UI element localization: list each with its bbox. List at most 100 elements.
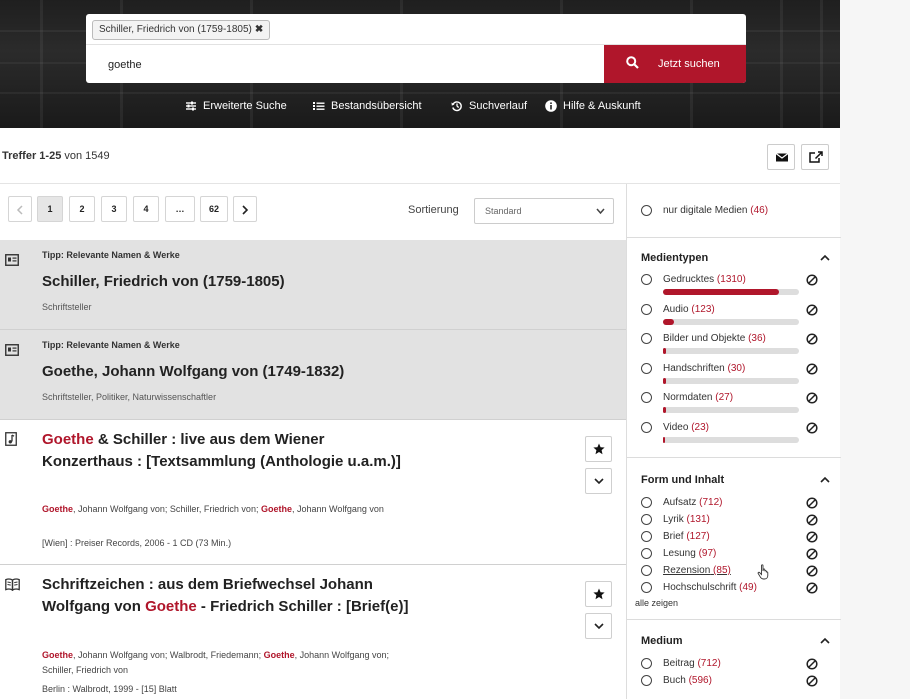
page-2-button[interactable]: 2 xyxy=(69,196,95,222)
exclude-icon[interactable] xyxy=(806,497,818,509)
facet-count: (1310) xyxy=(716,274,746,285)
exclude-icon[interactable] xyxy=(806,531,818,543)
author-highlight: Goethe xyxy=(260,504,292,514)
facet-option[interactable]: Normdaten (27) xyxy=(663,392,733,403)
exclude-icon[interactable] xyxy=(806,514,818,526)
title-text: - Friedrich Schiller : [Brief(e)] xyxy=(200,598,409,615)
exclude-icon[interactable] xyxy=(806,274,818,286)
facet-radio[interactable] xyxy=(641,514,652,525)
medium-section: Medium Beitrag (712) Buch (596) xyxy=(627,620,841,699)
facet-label: Bilder und Objekte xyxy=(663,333,746,344)
digital-radio[interactable] xyxy=(641,205,652,216)
facet-option[interactable]: Beitrag (712) xyxy=(663,658,721,669)
facet-option[interactable]: Aufsatz (712) xyxy=(663,497,723,508)
facet-share-fill xyxy=(663,348,667,354)
bookmark-button[interactable] xyxy=(585,581,612,607)
facet-share-fill xyxy=(663,377,666,384)
facet-count: (712) xyxy=(697,658,721,669)
tip-card[interactable]: Tipp: Relevante Namen & Werke Goethe, Jo… xyxy=(0,330,626,420)
tip-name-link[interactable]: Schiller, Friedrich von (1759-1805) xyxy=(42,273,285,290)
facet-radio[interactable] xyxy=(641,274,652,285)
form-section: Form und Inhalt Aufsatz (712) Lyrik (131)… xyxy=(627,458,841,620)
facet-radio[interactable] xyxy=(641,421,652,433)
exclude-icon[interactable] xyxy=(806,658,818,670)
page-3-button[interactable]: 3 xyxy=(101,196,127,222)
facet-radio[interactable] xyxy=(641,548,652,559)
sort-label: Sortierung xyxy=(408,204,459,216)
section-title: Medientypen xyxy=(641,252,709,264)
facet-radio[interactable] xyxy=(641,675,652,686)
tip-subtitle: Schriftsteller, Politiker, Naturwissensc… xyxy=(42,392,217,402)
expand-button[interactable] xyxy=(585,468,612,494)
facet-share-bar xyxy=(663,348,799,354)
chevron-up-icon[interactable] xyxy=(820,254,830,262)
facet-radio[interactable] xyxy=(641,333,652,344)
export-button[interactable] xyxy=(801,144,829,170)
tip-label: Tipp: Relevante Namen & Werke xyxy=(42,340,180,350)
exclude-icon[interactable] xyxy=(806,582,818,594)
tip-name-link[interactable]: Goethe, Johann Wolfgang von (1749-1832) xyxy=(42,363,344,380)
book-icon xyxy=(5,578,20,591)
tip-card[interactable]: Tipp: Relevante Namen & Werke Schiller, … xyxy=(0,240,626,330)
result-title-link[interactable]: Schriftzeichen : aus dem Briefwechsel Jo… xyxy=(42,574,412,618)
hit-total: von 1549 xyxy=(64,150,110,162)
exclude-icon[interactable] xyxy=(806,548,818,560)
search-button[interactable]: Jetzt suchen xyxy=(604,45,746,83)
exclude-icon[interactable] xyxy=(806,392,818,404)
section-title: Form und Inhalt xyxy=(641,474,725,486)
author-text: , Johann Wolfgang von; Walbrodt, Friedem… xyxy=(73,650,264,660)
facet-radio[interactable] xyxy=(641,582,652,593)
digital-filter-label[interactable]: nur digitale Medien (46) xyxy=(663,205,768,216)
page-4-button[interactable]: 4 xyxy=(133,196,159,222)
exclude-icon[interactable] xyxy=(806,303,818,316)
hit-count: Treffer 1-25 von 1549 xyxy=(2,150,110,162)
sort-select[interactable]: Standard xyxy=(474,198,614,224)
next-page-button[interactable] xyxy=(233,196,257,222)
chip-remove-icon[interactable]: ✖ xyxy=(255,24,263,35)
facet-option[interactable]: Lesung (97) xyxy=(663,548,716,559)
facet-count: (127) xyxy=(686,531,710,542)
facet-radio[interactable] xyxy=(641,658,652,669)
filter-chip[interactable]: Schiller, Friedrich von (1759-1805) ✖ xyxy=(92,20,271,40)
exclude-icon[interactable] xyxy=(806,362,818,375)
nav-history-label: Suchverlauf xyxy=(469,100,528,112)
facet-option[interactable]: Hochschulschrift (49) xyxy=(663,582,757,593)
exclude-icon[interactable] xyxy=(806,333,818,345)
facet-option[interactable]: Audio (123) xyxy=(663,304,715,315)
search-input[interactable]: goethe xyxy=(108,59,142,71)
facet-radio[interactable] xyxy=(641,565,652,576)
facet-radio[interactable] xyxy=(641,362,652,374)
facet-radio[interactable] xyxy=(641,303,652,315)
expand-button[interactable] xyxy=(585,613,612,639)
facet-radio[interactable] xyxy=(641,392,652,403)
bookmark-button[interactable] xyxy=(585,436,612,462)
chevron-up-icon[interactable] xyxy=(820,476,830,484)
author-highlight: Goethe xyxy=(42,504,74,514)
search-box: Schiller, Friedrich von (1759-1805) ✖ goe… xyxy=(86,14,746,83)
facet-option[interactable]: Handschriften (30) xyxy=(663,363,745,374)
facet-option[interactable]: Rezension (85) xyxy=(663,565,731,576)
facet-label: Aufsatz xyxy=(663,497,697,508)
facet-option[interactable]: Brief (127) xyxy=(663,531,710,542)
facet-share-fill xyxy=(663,289,779,295)
facet-option[interactable]: Buch (596) xyxy=(663,675,712,686)
chevron-up-icon[interactable] xyxy=(820,637,830,645)
facet-radio[interactable] xyxy=(641,531,652,542)
facet-option[interactable]: Video (23) xyxy=(663,422,709,433)
chevron-right-icon xyxy=(242,205,249,215)
show-all-link[interactable]: alle zeigen xyxy=(635,598,678,608)
nav-advanced-label: Erweiterte Suche xyxy=(203,100,287,112)
result-title-link[interactable]: Goethe & Schiller : live aus dem Wiener … xyxy=(42,429,402,473)
exclude-icon[interactable] xyxy=(806,421,818,434)
facet-option[interactable]: Gedrucktes (1310) xyxy=(663,274,746,285)
prev-page-button[interactable] xyxy=(8,196,32,222)
facet-count: (131) xyxy=(686,514,710,525)
exclude-icon[interactable] xyxy=(806,565,818,577)
facet-option[interactable]: Bilder und Objekte (36) xyxy=(663,333,766,344)
page-last-button[interactable]: 62 xyxy=(200,196,228,222)
page-1-button[interactable]: 1 xyxy=(37,196,63,222)
exclude-icon[interactable] xyxy=(806,675,818,687)
facet-radio[interactable] xyxy=(641,497,652,508)
email-button[interactable] xyxy=(767,144,795,170)
facet-option[interactable]: Lyrik (131) xyxy=(663,514,710,525)
